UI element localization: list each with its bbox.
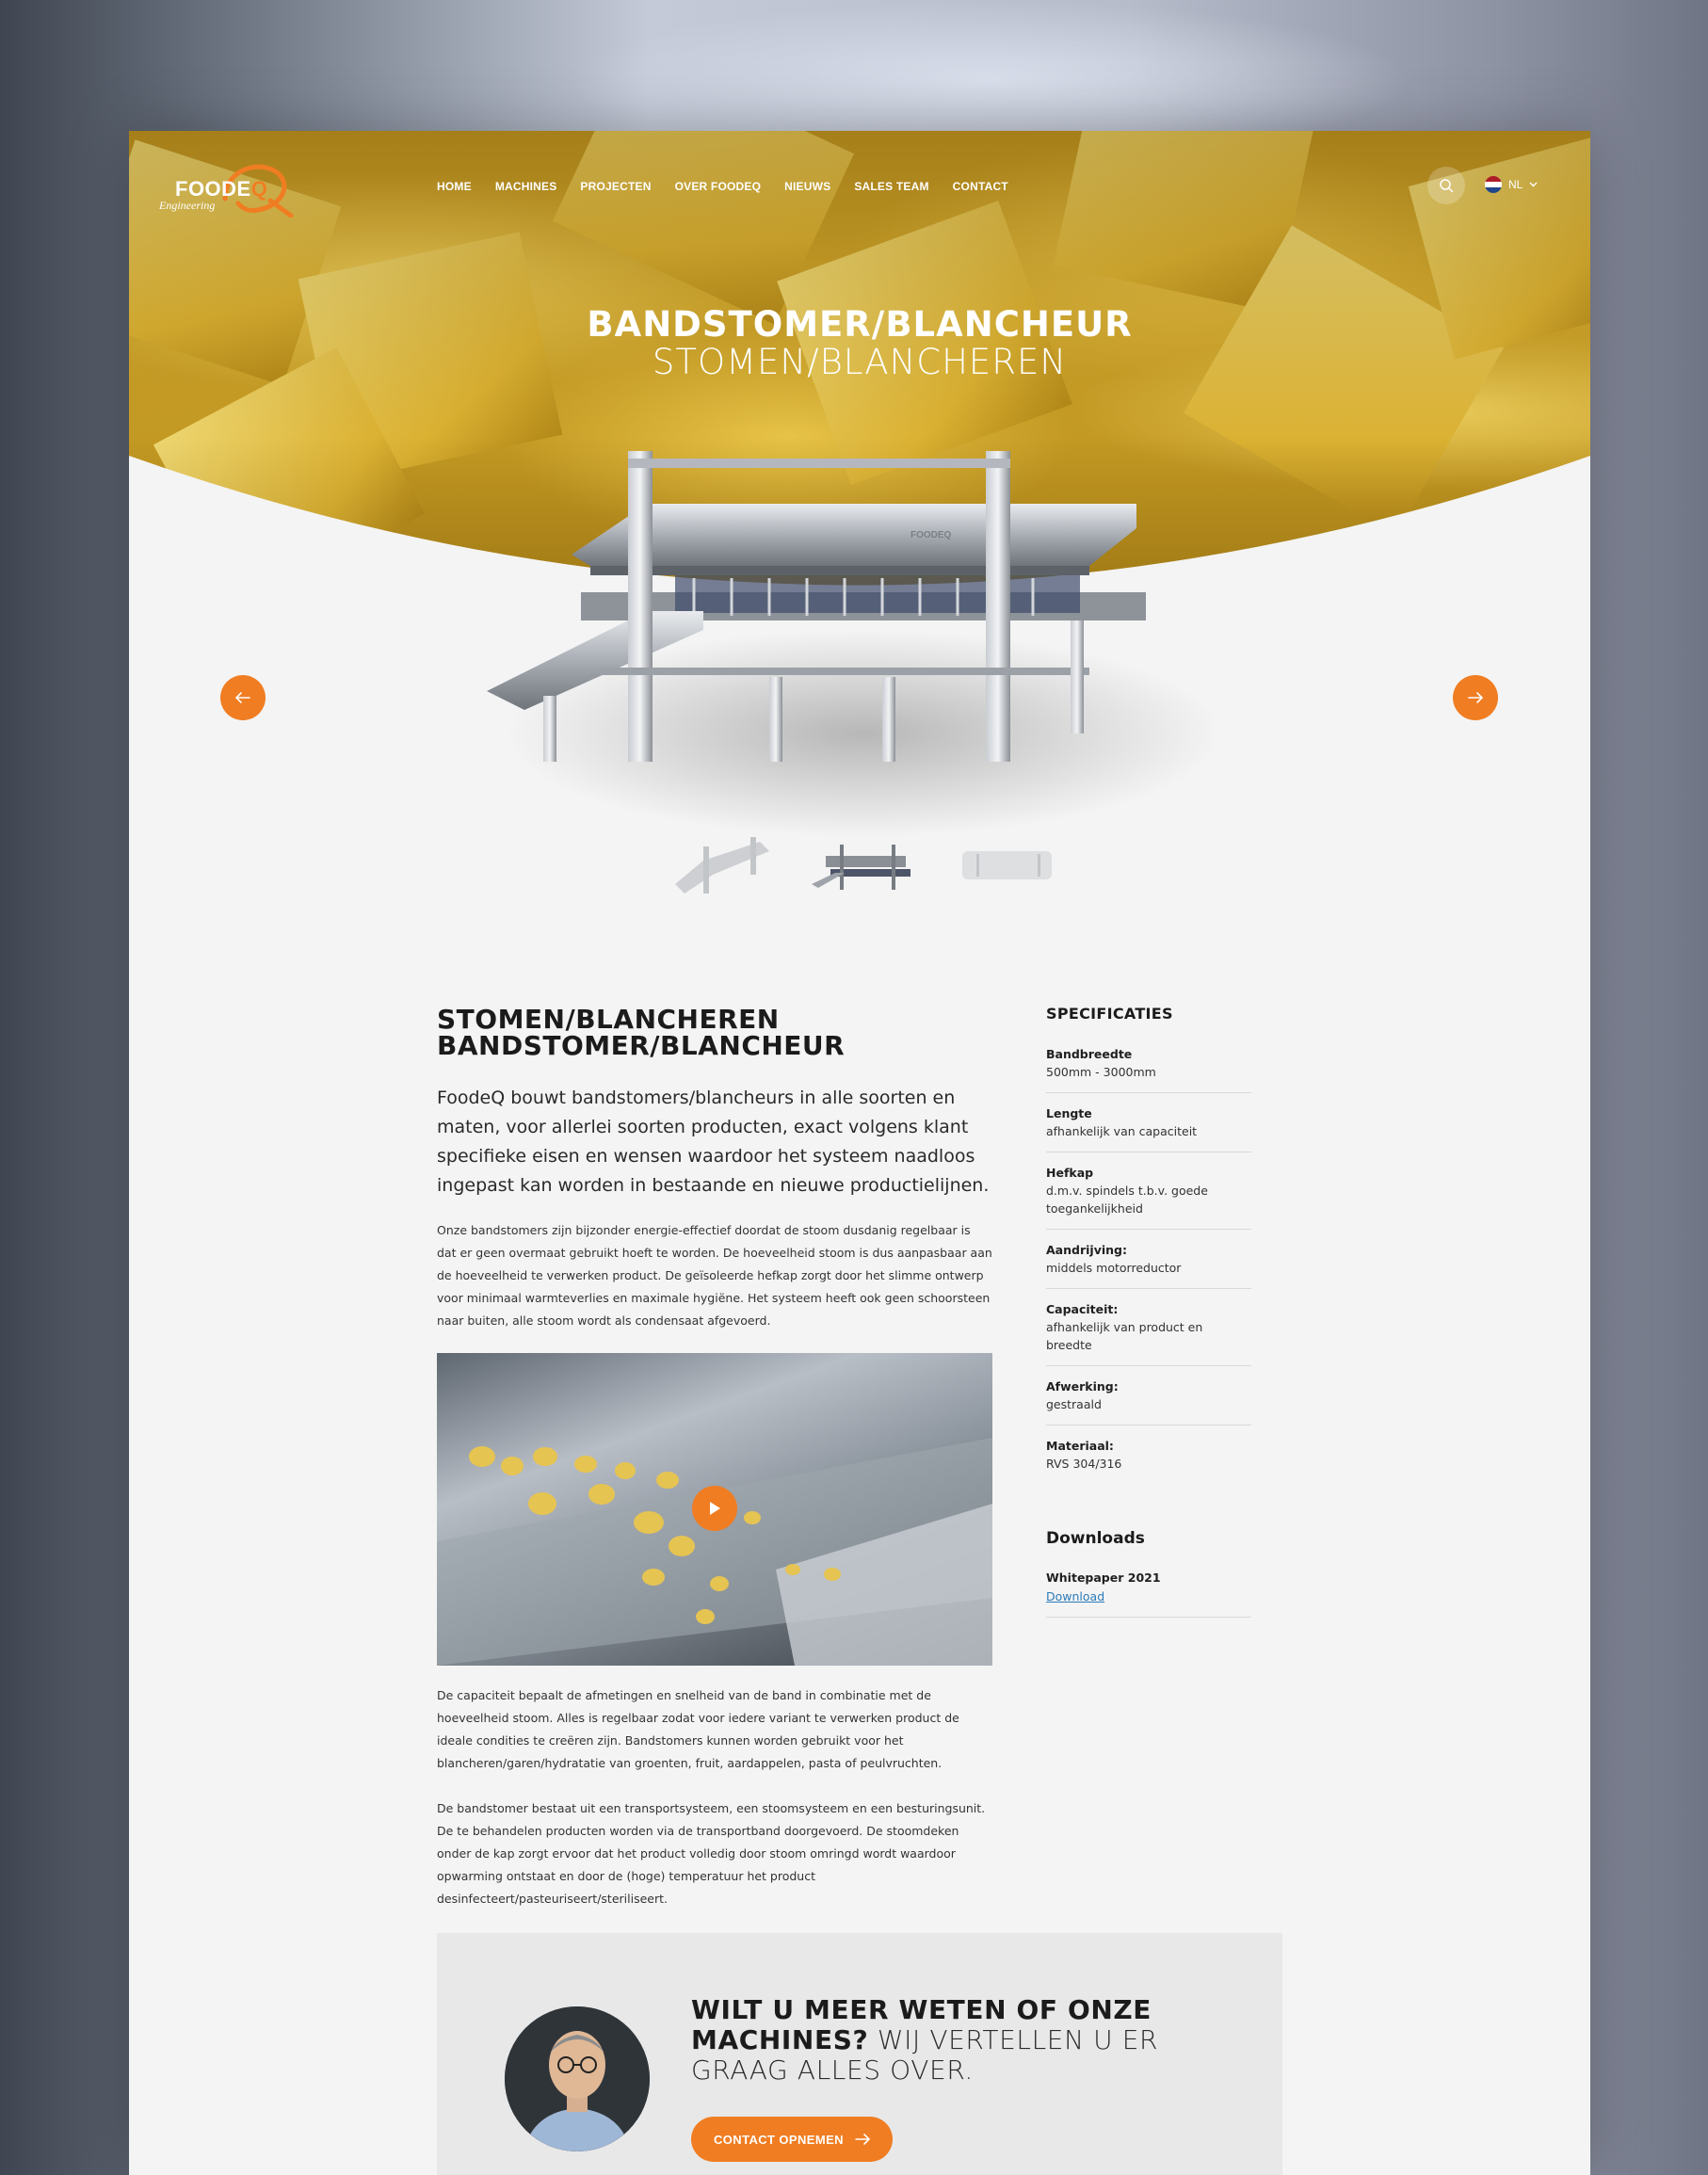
- spec-value: afhankelijk van product en breedte: [1046, 1320, 1203, 1352]
- content-heading-line1: STOMEN/BLANCHEREN: [437, 1004, 780, 1035]
- slider-prev-button[interactable]: [220, 675, 266, 720]
- hero-title-sub: STOMEN/BLANCHEREN: [652, 342, 1068, 382]
- netherlands-flag-icon: [1485, 176, 1502, 193]
- logo-wordmark-q: Q: [250, 177, 268, 201]
- nav-home[interactable]: HOME: [437, 180, 472, 193]
- thumbnail-1[interactable]: [666, 828, 779, 903]
- specifications-title: SPECIFICATIES: [1046, 1005, 1173, 1023]
- content-heading-line2: BANDSTOMER/BLANCHEUR: [437, 1030, 846, 1061]
- language-selector[interactable]: NL: [1485, 176, 1538, 193]
- sales-avatar: [505, 2006, 650, 2151]
- machine-image: FOODEQ: [487, 451, 1221, 837]
- person-portrait: [505, 2006, 650, 2151]
- cta-title: WILT U MEER WETEN OF ONZE MACHINES? WIJ …: [691, 1995, 1218, 2086]
- spec-item: Hefkap d.m.v. spindels t.b.v. goede toeg…: [1046, 1164, 1251, 1230]
- spec-item: Lengte afhankelijk van capaciteit: [1046, 1104, 1251, 1152]
- spec-value: RVS 304/316: [1046, 1457, 1122, 1471]
- spec-item: Afwerking: gestraald: [1046, 1378, 1251, 1426]
- search-button[interactable]: [1427, 167, 1465, 204]
- main-content: STOMEN/BLANCHEREN BANDSTOMER/BLANCHEUR F…: [437, 1007, 992, 1910]
- body-paragraph-1: Onze bandstomers zijn bijzonder energie-…: [437, 1223, 992, 1328]
- brand-logo[interactable]: FOODEQ Engineering: [159, 152, 300, 218]
- thumbnail-3[interactable]: [948, 828, 1061, 903]
- image-thumbnails: [666, 828, 1061, 903]
- spec-value: d.m.v. spindels t.b.v. goede toegankelij…: [1046, 1184, 1208, 1216]
- spec-item: Bandbreedte 500mm - 3000mm: [1046, 1045, 1251, 1093]
- nav-over-foodeq[interactable]: OVER FOODEQ: [675, 180, 762, 193]
- spec-item: Aandrijving: middels motorreductor: [1046, 1241, 1251, 1289]
- thumbnail-2[interactable]: [807, 828, 920, 903]
- spec-item: Materiaal: RVS 304/316: [1046, 1437, 1251, 1484]
- spec-label: Materiaal:: [1046, 1439, 1114, 1453]
- body-paragraph-3: De bandstomer bestaat uit een transports…: [437, 1801, 986, 1906]
- video-player[interactable]: [437, 1353, 992, 1666]
- product-page: FOODEQ Engineering HOME MACHINES PROJECT…: [129, 131, 1590, 2175]
- spec-label: Capaciteit:: [1046, 1302, 1119, 1316]
- lead-paragraph: FoodeQ bouwt bandstomers/blancheurs in a…: [437, 1088, 990, 1196]
- nav-contact[interactable]: CONTACT: [953, 180, 1008, 193]
- arrow-left-icon: [235, 692, 250, 703]
- download-link[interactable]: Download: [1046, 1589, 1104, 1603]
- spec-value: 500mm - 3000mm: [1046, 1065, 1156, 1079]
- spec-item: Capaciteit: afhankelijk van product en b…: [1046, 1300, 1251, 1366]
- spec-label: Lengte: [1046, 1106, 1092, 1120]
- nav-projecten[interactable]: PROJECTEN: [580, 180, 651, 193]
- body-paragraph-2: De capaciteit bepaalt de afmetingen en s…: [437, 1688, 959, 1770]
- arrow-right-icon: [1468, 692, 1483, 703]
- logo-subtitle: Engineering: [159, 199, 216, 212]
- spec-value: afhankelijk van capaciteit: [1046, 1124, 1198, 1138]
- contact-button-label: CONTACT OPNEMEN: [714, 2132, 844, 2147]
- hero-title-main: BANDSTOMER/BLANCHEUR: [587, 304, 1133, 345]
- machine-brand-label: FOODEQ: [910, 530, 952, 540]
- search-icon: [1440, 179, 1454, 193]
- language-label: NL: [1508, 178, 1523, 191]
- spec-label: Aandrijving:: [1046, 1243, 1127, 1257]
- contact-button[interactable]: CONTACT OPNEMEN: [691, 2117, 893, 2162]
- specifications-panel: SPECIFICATIES Bandbreedte 500mm - 3000mm…: [1046, 1005, 1251, 1629]
- contact-cta: WILT U MEER WETEN OF ONZE MACHINES? WIJ …: [437, 1933, 1282, 2175]
- play-icon: [710, 1502, 720, 1515]
- arrow-right-icon: [855, 2134, 870, 2145]
- spec-label: Hefkap: [1046, 1166, 1094, 1180]
- slider-next-button[interactable]: [1453, 675, 1498, 720]
- content-heading: STOMEN/BLANCHEREN BANDSTOMER/BLANCHEUR: [437, 1007, 992, 1059]
- download-item: Whitepaper 2021 Download: [1046, 1569, 1251, 1618]
- nav-nieuws[interactable]: NIEUWS: [784, 180, 830, 193]
- download-label: Whitepaper 2021: [1046, 1571, 1161, 1585]
- nav-machines[interactable]: MACHINES: [495, 180, 557, 193]
- hero-title: BANDSTOMER/BLANCHEUR STOMEN/BLANCHEREN: [129, 306, 1590, 381]
- nav-sales-team[interactable]: SALES TEAM: [854, 180, 928, 193]
- spec-label: Bandbreedte: [1046, 1047, 1133, 1061]
- spec-label: Afwerking:: [1046, 1379, 1119, 1394]
- main-nav: HOME MACHINES PROJECTEN OVER FOODEQ NIEU…: [437, 180, 1032, 193]
- downloads-title: Downloads: [1046, 1529, 1145, 1548]
- chevron-down-icon: [1529, 182, 1538, 187]
- spec-value: middels motorreductor: [1046, 1261, 1182, 1275]
- video-play-button[interactable]: [692, 1486, 737, 1531]
- spec-value: gestraald: [1046, 1397, 1102, 1411]
